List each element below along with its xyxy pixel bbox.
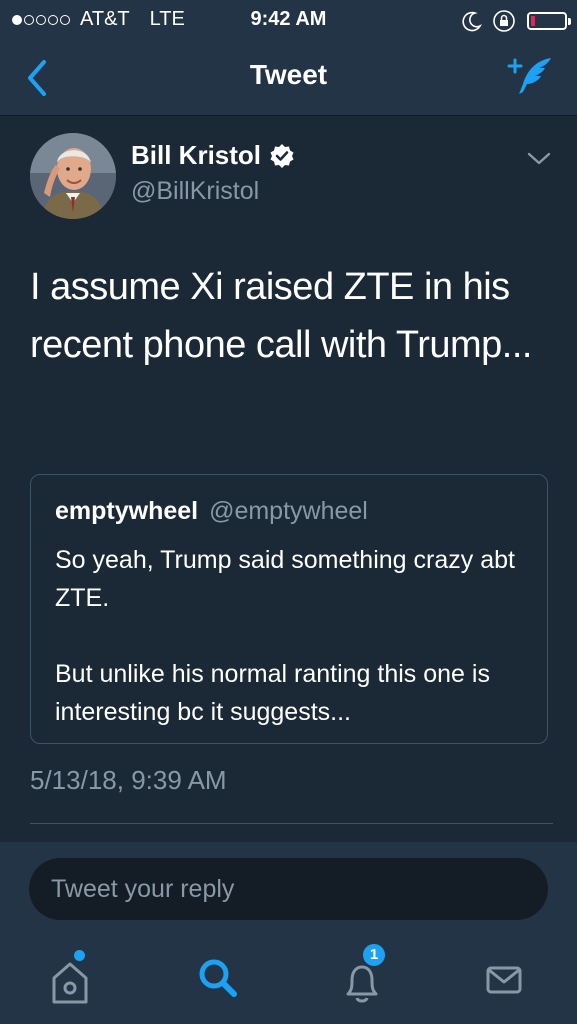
notification-count-badge: 1	[361, 942, 387, 968]
chevron-down-icon	[527, 152, 551, 165]
new-tweets-dot	[74, 950, 85, 961]
reply-bar	[0, 842, 577, 930]
quoted-author-name: emptywheel	[55, 497, 199, 525]
reply-input[interactable]	[29, 858, 548, 920]
quoted-tweet-text: So yeah, Trump said something crazy abt …	[55, 546, 515, 726]
tab-home[interactable]	[42, 950, 102, 1010]
quoted-author-handle: @emptywheel	[209, 497, 368, 525]
search-icon	[199, 959, 237, 997]
compose-tweet-button[interactable]	[507, 54, 557, 100]
verified-badge-icon	[270, 143, 294, 168]
mail-icon	[486, 966, 522, 994]
battery-icon	[527, 12, 571, 30]
home-icon	[52, 962, 88, 1004]
tweet-timestamp: 5/13/18, 9:39 AM	[30, 765, 227, 795]
quoted-tweet-card[interactable]: emptywheel @emptywheel So yeah, Trump sa…	[30, 474, 548, 744]
page-title: Tweet	[249, 59, 328, 90]
divider	[30, 823, 553, 824]
tweet-text: I assume Xi raised ZTE in his recent pho…	[30, 266, 532, 366]
tab-search[interactable]	[188, 950, 248, 1010]
moon-icon	[462, 11, 483, 32]
status-bar: AT&T LTE 9:42 AM	[0, 0, 577, 38]
status-right	[461, 8, 571, 34]
tweet-options-button[interactable]	[526, 148, 552, 168]
author-avatar[interactable]	[30, 133, 116, 219]
author-name[interactable]: Bill Kristol	[131, 140, 295, 171]
author-handle[interactable]: @BillKristol	[131, 177, 259, 206]
quoted-author: emptywheel @emptywheel	[55, 497, 368, 526]
rotation-lock-icon	[493, 10, 515, 32]
tab-bar: 1	[0, 930, 577, 1024]
compose-feather-icon	[507, 58, 551, 94]
author-name-text: Bill Kristol	[131, 140, 262, 170]
tab-messages[interactable]	[478, 950, 538, 1010]
nav-bar: Tweet	[0, 38, 577, 116]
tab-notifications[interactable]: 1	[332, 942, 392, 1010]
